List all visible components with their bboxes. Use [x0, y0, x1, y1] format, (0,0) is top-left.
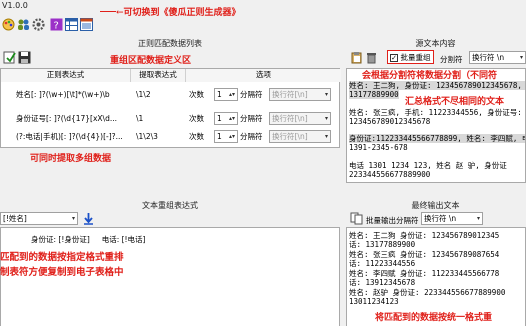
text-line: 话: 13912345678	[349, 278, 416, 287]
save-icon[interactable]	[18, 51, 31, 64]
people-icon[interactable]	[17, 18, 30, 31]
regex-list-title: 正则匹配数据列表	[138, 39, 202, 48]
times-stepper[interactable]: 1 ▴▾	[214, 88, 238, 101]
times-label: 次数	[189, 132, 204, 141]
paste-icon[interactable]	[350, 51, 363, 64]
annotation-arrow	[100, 11, 116, 12]
text-line: 姓名: 张三疯, 手机: 11223344556, 身份证号:	[349, 108, 522, 117]
annotation-group-def: 重组区配数据定义区	[110, 56, 192, 66]
split-label: 分隔符	[240, 132, 263, 141]
text-line: 电话 1301 1234 123, 姓名 赵 驴, 身份证	[349, 161, 507, 170]
text-line: 话: 13177889900	[349, 240, 416, 249]
split-select[interactable]: 换行符[\n] ▾	[269, 130, 331, 143]
text-line: 身份证:112233445566778899, 姓名: 李四赋, 电	[349, 134, 525, 143]
template-text: 身份证: [!身份证] 电话: [!电话]	[31, 235, 146, 244]
annotation-format2: 制表符方便复制到电子表格中	[0, 267, 124, 278]
regex-cell[interactable]: 姓名[: ]?(\w+)[\t]*(\w+)\b	[16, 83, 129, 107]
separator-label: 分割符	[440, 55, 463, 64]
field-select[interactable]: [!姓名] ▾	[0, 212, 78, 225]
text-line: 姓名: 王二狗 身份证: 123456789012345	[349, 231, 500, 240]
times-label: 次数	[189, 90, 204, 99]
extract-cell[interactable]: \1\2	[136, 83, 186, 107]
add-rule-icon[interactable]	[3, 51, 16, 64]
text-line: 姓名: 李四赋 身份证: 112233445566778	[349, 269, 500, 278]
split-label: 分隔符	[240, 90, 263, 99]
column-header-regex: 正则表达式	[1, 69, 131, 82]
app-title: V1.0.0	[2, 1, 28, 10]
annotation-output: 将匹配到的数据按统一格式重	[375, 313, 493, 323]
window-icon[interactable]	[80, 18, 93, 31]
batch-label: 批量重组	[400, 53, 431, 62]
annotation-summary: 汇总格式不尽相同的文本	[405, 97, 505, 107]
column-header-options: 选项	[186, 69, 341, 82]
annotation-batch-split: 会根据分割符将数据分割（不同符	[362, 71, 498, 81]
copy-icon[interactable]	[350, 212, 363, 225]
text-line: 话: 11223344556	[349, 259, 416, 268]
split-select[interactable]: 换行符[\n] ▾	[269, 88, 331, 101]
annotation-switch: ←可切换到《傻瓜正则生成器》	[116, 8, 241, 18]
text-line: 姓名: 王二狗, 身份证: 123456789012345678, 电话:	[349, 81, 525, 90]
text-line: 姓名: 赵驴 身份证: 223344556677889900	[349, 288, 506, 297]
table-icon[interactable]	[65, 18, 78, 31]
checkbox-checked-icon: ✓	[390, 53, 398, 62]
output-separator-label: 批量输出分隔符	[366, 216, 419, 225]
extract-cell[interactable]: \1\2\3	[136, 125, 186, 149]
help-icon[interactable]: ?	[50, 18, 63, 32]
text-line: 123456789012345678	[349, 117, 431, 126]
trash-icon[interactable]	[365, 51, 378, 64]
text-line: 姓名: 张三疯 身份证: 123456789087654	[349, 250, 500, 259]
times-stepper[interactable]: 1 ▴▾	[214, 130, 238, 143]
annotation-format1: 匹配到的数据按指定格式重排	[0, 252, 124, 263]
separator-select[interactable]: 换行符 \n ▾	[469, 51, 526, 64]
text-line: 13177889900	[349, 90, 399, 99]
column-header-extract: 提取表达式	[131, 69, 186, 82]
split-select[interactable]: 换行符[\n] ▾	[269, 112, 331, 125]
times-stepper[interactable]: 1 ▴▾	[214, 112, 238, 125]
insert-arrow-icon[interactable]	[82, 212, 95, 225]
recombine-title: 文本重组表达式	[142, 201, 198, 210]
text-line: 223344556677889900	[349, 170, 431, 179]
palette-icon[interactable]	[2, 18, 15, 31]
output-separator-select[interactable]: 换行符 \n ▾	[421, 212, 483, 225]
text-line: 13011234123	[349, 297, 399, 306]
source-title: 源文本内容	[415, 39, 456, 48]
output-title: 最终输出文本	[411, 201, 460, 210]
batch-recombine-checkbox[interactable]: ✓ 批量重组	[387, 50, 434, 64]
gear-icon[interactable]	[32, 18, 45, 31]
regex-cell[interactable]: (?:电话|手机)[: ]?(\d{4})[-]?...	[16, 125, 129, 149]
annotation-multi-extract: 可同时提取多组数据	[30, 154, 112, 164]
svg-text:?: ?	[54, 21, 59, 32]
source-text-area[interactable]: 姓名: 王二狗, 身份证: 123456789012345678, 电话: 13…	[346, 68, 526, 183]
text-line: 1391-2345-678	[349, 143, 408, 152]
